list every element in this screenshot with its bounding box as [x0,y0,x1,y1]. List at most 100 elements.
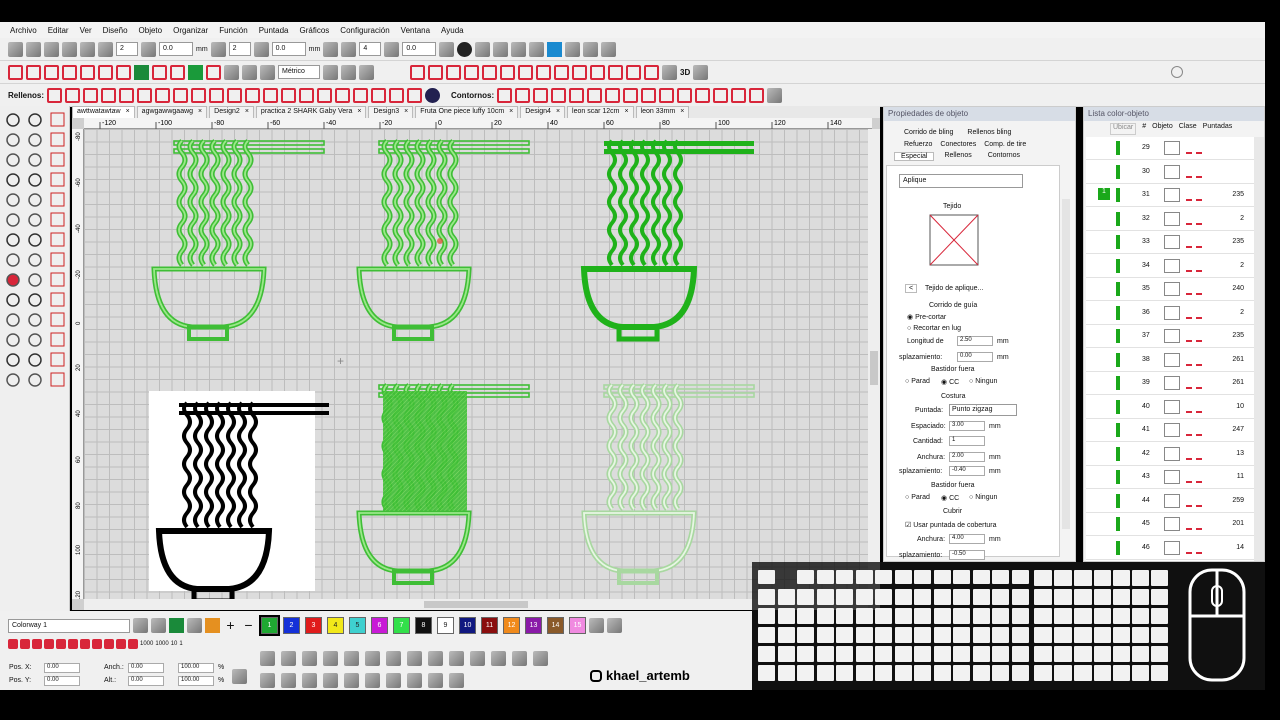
hoop-icon[interactable] [547,41,563,57]
add-color-icon[interactable]: + [223,618,238,633]
trace-icon[interactable] [341,64,356,80]
arrange-6-icon[interactable] [365,651,380,666]
stitch-g-icon[interactable] [518,64,533,80]
transform-8-icon[interactable] [407,673,422,688]
remove-color-icon[interactable]: − [241,618,256,633]
fill-pattern-18-icon[interactable] [353,87,369,103]
satin-tool-icon[interactable] [26,64,41,80]
color-swatch[interactable]: 12 [503,617,520,634]
outline-11-icon[interactable] [677,87,693,103]
outline-12-icon[interactable] [695,87,711,103]
doc-tab[interactable]: leon scar 12cm × [567,106,634,118]
outline-2-icon[interactable] [515,87,531,103]
complex-fill-icon[interactable] [98,64,113,80]
tejido-button[interactable]: Tejido de aplique... [925,285,983,292]
checkbox-cobertura[interactable]: ☑ Usar puntada de cobertura [905,521,997,529]
fill-pattern-1-icon[interactable] [47,87,63,103]
pct-2-input[interactable]: 100.00 [178,676,214,686]
alt-input[interactable]: 0.00 [128,676,164,686]
menu-item-4[interactable]: Objeto [139,26,163,35]
fill-pattern-7-icon[interactable] [155,87,171,103]
outline-1-icon[interactable] [497,87,513,103]
pen-tool-icon[interactable] [62,64,77,80]
shirt-color-icon[interactable] [169,618,184,633]
list-item[interactable]: 37 235 [1086,325,1254,348]
stitch-c-icon[interactable] [446,64,461,80]
transform-6-icon[interactable] [365,673,380,688]
arrange-11-icon[interactable] [470,651,485,666]
color-swatch[interactable]: 1 [259,615,280,636]
seq-7-icon[interactable] [80,639,90,649]
moon-fill-icon[interactable] [425,87,441,103]
list-item[interactable]: 47 [1086,560,1254,561]
arrange-8-icon[interactable] [407,651,422,666]
color-swatch[interactable]: 5 [349,617,366,634]
fill-pattern-15-icon[interactable] [299,87,315,103]
color-wheel-icon[interactable] [359,64,374,80]
people-icon[interactable] [583,41,599,57]
eyedropper-icon[interactable] [187,618,202,633]
stitch-b-icon[interactable] [428,64,443,80]
desplaz-input-2[interactable]: -0.40 [949,466,985,476]
fill-pattern-4-icon[interactable] [101,87,117,103]
radio-ninguno-1[interactable]: ○ Ningun [969,378,997,385]
seq-3-icon[interactable] [32,639,42,649]
stitch-f-icon[interactable] [500,64,515,80]
field-1[interactable]: 2 [116,42,138,56]
fill-pattern-8-icon[interactable] [173,87,189,103]
lettering-icon[interactable] [152,64,167,80]
offset-icon[interactable] [253,41,269,57]
tejido-preview[interactable] [929,214,979,266]
doc-tab[interactable]: leon 33mm × [635,106,690,118]
stitch-m-icon[interactable] [626,64,641,80]
lock-ratio-icon[interactable] [232,669,247,684]
list-item[interactable]: 36 2 [1086,302,1254,325]
satellite-icon[interactable] [475,41,491,57]
outline-4-icon[interactable] [551,87,567,103]
move-icon[interactable] [323,41,339,57]
stitch-h-icon[interactable] [536,64,551,80]
tab-rellenos-bling[interactable]: Rellenos bling [967,129,1011,136]
list-item[interactable]: 31 235 1 [1086,184,1254,207]
seq-9-icon[interactable] [104,639,114,649]
align-icon[interactable] [8,41,23,57]
collapse-icon[interactable]: < [905,284,918,293]
pct-1-input[interactable]: 100.00 [178,663,214,673]
design-satin-2[interactable] [356,139,530,341]
fill-pattern-3-icon[interactable] [83,87,99,103]
array-icon[interactable] [210,41,226,57]
arrange-2-icon[interactable] [281,651,296,666]
anchura-input-2[interactable]: 4.00 [949,534,985,544]
view-3d-label[interactable]: 3D [680,68,690,77]
color-tools-icon[interactable] [589,618,604,633]
flip-icon[interactable] [80,41,95,57]
espaciado-input[interactable]: 3.00 [949,421,985,431]
color-tools-2-icon[interactable] [607,618,622,633]
outline-10-icon[interactable] [659,87,675,103]
design-satin-1[interactable] [151,139,325,341]
transform-1-icon[interactable] [260,673,275,688]
fill-pattern-21-icon[interactable] [407,87,423,103]
doc-tab[interactable]: Design3 × [368,106,414,118]
fill-pattern-20-icon[interactable] [389,87,405,103]
field-5[interactable]: 4 [359,42,382,56]
color-swatch[interactable]: 2 [283,617,300,634]
type-select[interactable]: Aplique [899,174,1023,188]
menu-item-9[interactable]: Configuración [340,26,389,35]
fill-pattern-5-icon[interactable] [119,87,135,103]
color-swatch[interactable]: 8 [415,617,432,634]
cantidad-input[interactable]: 1 [949,436,985,446]
pos-y-input[interactable]: 0.00 [44,676,80,686]
doc-tab[interactable]: Design4 × [520,106,566,118]
color-swatch[interactable]: 3 [305,617,322,634]
desplaz-input-3[interactable]: -0.50 [949,550,985,560]
field-4[interactable]: 0.0 [271,42,306,56]
info-icon[interactable] [457,41,473,57]
list-item[interactable]: 40 10 [1086,396,1254,419]
anch-input[interactable]: 0.00 [128,663,164,673]
fill-pattern-9-icon[interactable] [191,87,207,103]
puff-icon[interactable] [206,64,221,80]
list-item[interactable]: 39 261 [1086,372,1254,395]
close-tab-icon[interactable]: × [357,108,361,117]
transform-10-icon[interactable] [449,673,464,688]
